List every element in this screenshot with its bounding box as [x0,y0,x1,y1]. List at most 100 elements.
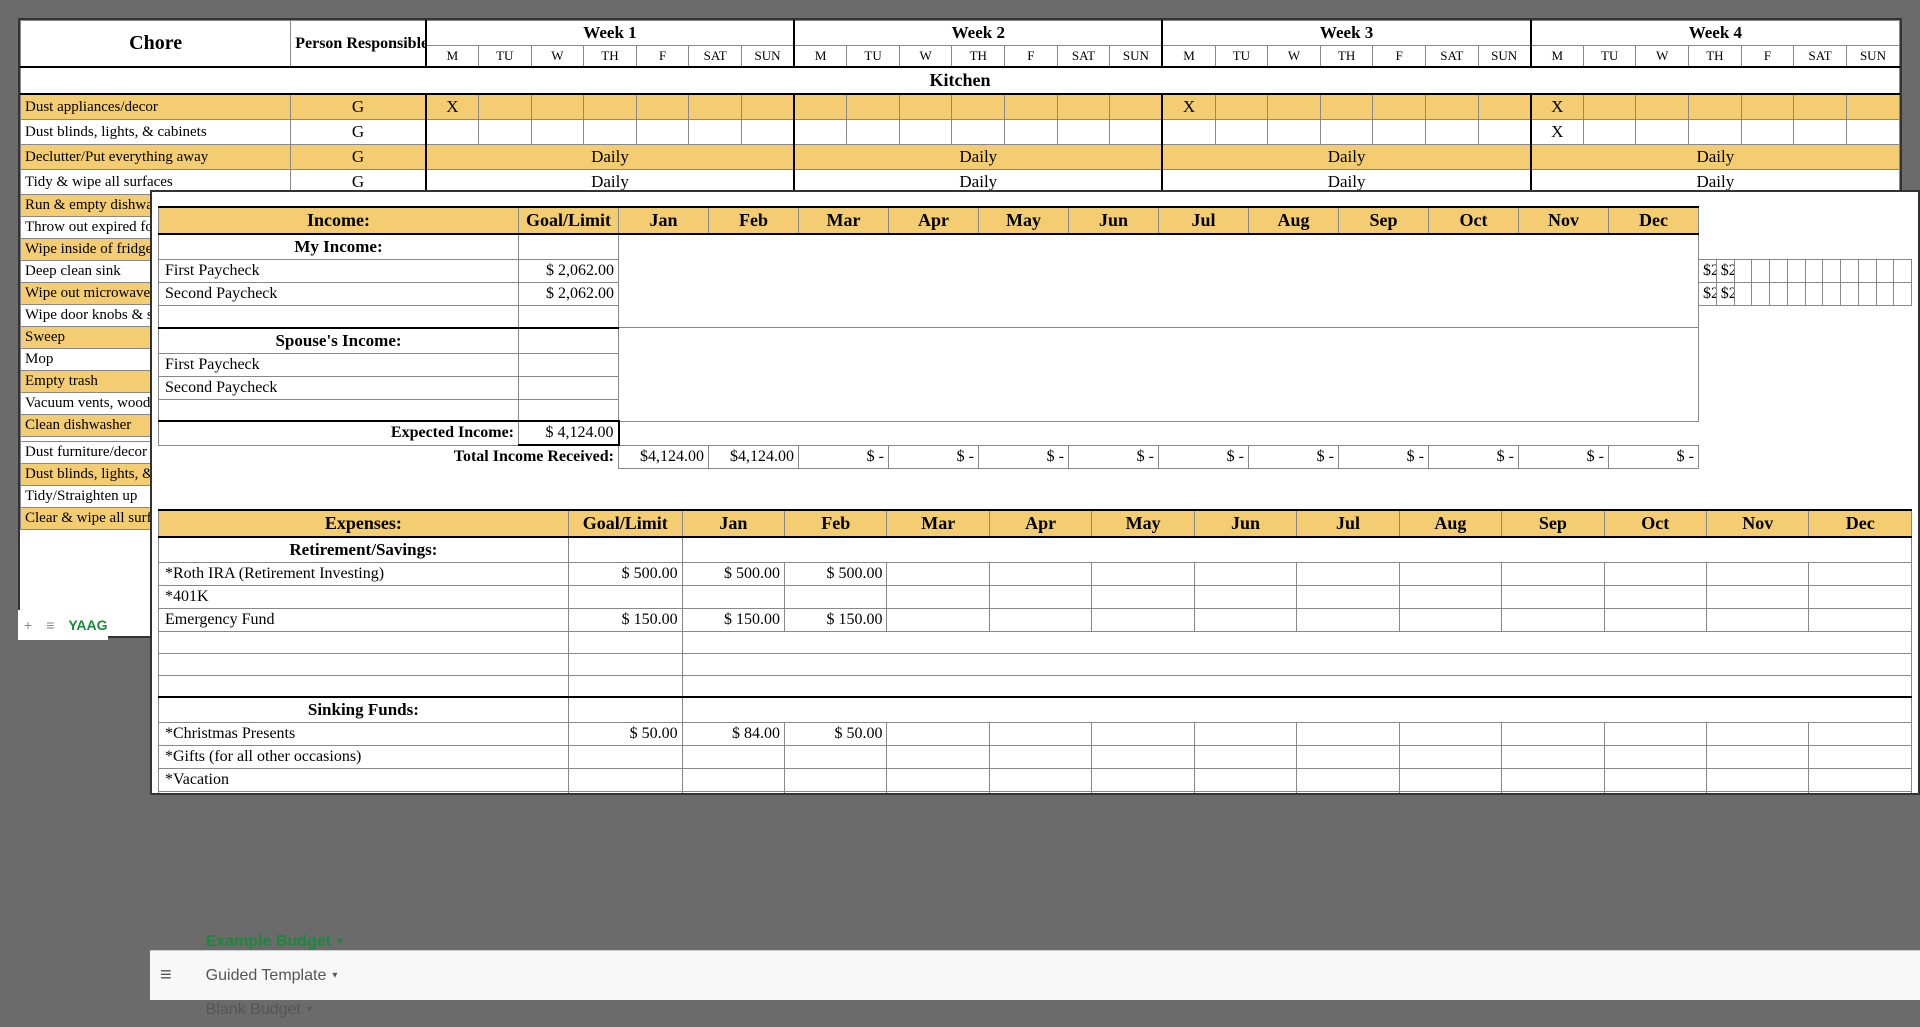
expense-goal[interactable] [568,746,682,769]
expense-month-cell[interactable] [1399,769,1501,792]
expense-month-cell[interactable] [887,562,989,585]
expense-month-cell[interactable] [1604,769,1706,792]
expense-month-cell[interactable] [1604,792,1706,794]
chore-person[interactable]: G [291,120,426,145]
income-month-cell[interactable] [1841,260,1859,283]
chore-cell[interactable] [689,120,742,145]
expense-month-cell[interactable] [1399,608,1501,631]
chore-cell[interactable] [1320,94,1373,120]
expense-month-cell[interactable] [1297,723,1399,746]
expense-month-cell[interactable] [887,792,989,794]
expense-row-label[interactable]: Emergency Fund [159,608,569,631]
expense-month-cell[interactable] [1194,585,1296,608]
caret-down-icon[interactable]: ▾ [307,1004,312,1015]
chore-cell[interactable] [1478,120,1531,145]
chore-cell[interactable]: X [1531,94,1584,120]
income-month-cell[interactable]: $2,062.00 [1699,260,1717,283]
chore-cell[interactable] [1846,94,1899,120]
chore-cell[interactable] [741,120,794,145]
income-month-cell[interactable]: $2,062.00 [1716,283,1734,306]
chore-cell[interactable] [531,94,584,120]
expense-month-cell[interactable] [682,746,784,769]
income-month-cell[interactable] [1770,260,1788,283]
back-tab-active[interactable]: YAAG [68,617,107,633]
chore-cell[interactable] [794,94,847,120]
cell[interactable]: First Paycheck [159,353,519,376]
expense-month-cell[interactable] [1502,585,1604,608]
chore-daily[interactable]: Daily [1162,145,1530,170]
expense-month-cell[interactable] [989,723,1091,746]
expense-month-cell[interactable] [989,608,1091,631]
expense-month-cell[interactable] [1092,562,1194,585]
expense-goal[interactable] [568,585,682,608]
expense-row-label[interactable]: *Gifts (for all other occasions) [159,746,569,769]
expense-month-cell[interactable] [1809,769,1912,792]
chore-cell[interactable] [1478,94,1531,120]
chore-cell[interactable] [636,120,689,145]
expense-month-cell[interactable]: $ 150.00 [682,608,784,631]
chore-cell[interactable] [689,94,742,120]
income-month-cell[interactable] [1770,283,1788,306]
expense-month-cell[interactable] [1194,562,1296,585]
expense-month-cell[interactable] [1604,608,1706,631]
expense-month-cell[interactable] [1809,608,1912,631]
expense-month-cell[interactable] [1092,746,1194,769]
expense-month-cell[interactable] [1399,723,1501,746]
expense-month-cell[interactable] [1194,608,1296,631]
chore-cell[interactable] [1215,120,1268,145]
expense-month-cell[interactable]: $ 50.00 [785,723,887,746]
expense-month-cell[interactable] [1502,608,1604,631]
chore-cell[interactable] [1583,120,1636,145]
expense-month-cell[interactable] [1399,585,1501,608]
expense-goal[interactable]: $ 17.00 [568,792,682,794]
expense-month-cell[interactable] [1502,723,1604,746]
chore-cell[interactable] [426,120,479,145]
expense-month-cell[interactable] [1297,562,1399,585]
chore-cell[interactable] [584,120,637,145]
chore-cell[interactable] [1636,120,1689,145]
expense-month-cell[interactable] [887,608,989,631]
income-month-cell[interactable] [1734,260,1752,283]
expense-month-cell[interactable] [1809,792,1912,794]
expense-month-cell[interactable]: $ 84.00 [682,723,784,746]
chore-cell[interactable] [1110,120,1163,145]
expense-month-cell[interactable] [1706,746,1808,769]
expense-month-cell[interactable] [1809,723,1912,746]
expense-month-cell[interactable] [682,585,784,608]
income-month-cell[interactable] [1894,283,1912,306]
expense-month-cell[interactable] [989,562,1091,585]
expense-month-cell[interactable] [887,769,989,792]
expense-month-cell[interactable] [1502,562,1604,585]
expense-month-cell[interactable]: $ 17.00 [785,792,887,794]
chore-cell[interactable] [1846,120,1899,145]
chore-cell[interactable] [478,94,531,120]
chore-daily[interactable]: Daily [794,145,1162,170]
chore-cell[interactable] [1057,94,1110,120]
chore-cell[interactable]: X [1162,94,1215,120]
expense-month-cell[interactable] [1297,608,1399,631]
expense-month-cell[interactable] [1809,585,1912,608]
expense-month-cell[interactable] [785,585,887,608]
income-month-cell[interactable] [1823,283,1841,306]
expense-month-cell[interactable] [989,792,1091,794]
income-row-label[interactable]: Second Paycheck [159,283,519,306]
expense-month-cell[interactable]: $ 500.00 [785,562,887,585]
chore-daily[interactable]: Daily [426,145,794,170]
chore-cell[interactable] [847,94,900,120]
expense-month-cell[interactable] [1092,792,1194,794]
chore-cell[interactable] [1110,94,1163,120]
chore-cell[interactable] [899,120,952,145]
chore-cell[interactable]: X [426,94,479,120]
expense-month-cell[interactable] [1297,769,1399,792]
income-month-cell[interactable]: $2,062.00 [1699,283,1717,306]
expense-goal[interactable]: $ 150.00 [568,608,682,631]
expense-month-cell[interactable] [887,585,989,608]
expense-month-cell[interactable] [1399,562,1501,585]
chore-cell[interactable] [1636,94,1689,120]
income-month-cell[interactable] [1876,283,1894,306]
expense-month-cell[interactable] [1809,746,1912,769]
expense-month-cell[interactable] [1706,608,1808,631]
income-month-cell[interactable] [1752,283,1770,306]
sheet-tab[interactable]: Guided Template ▾ [192,959,356,993]
expense-month-cell[interactable] [785,746,887,769]
